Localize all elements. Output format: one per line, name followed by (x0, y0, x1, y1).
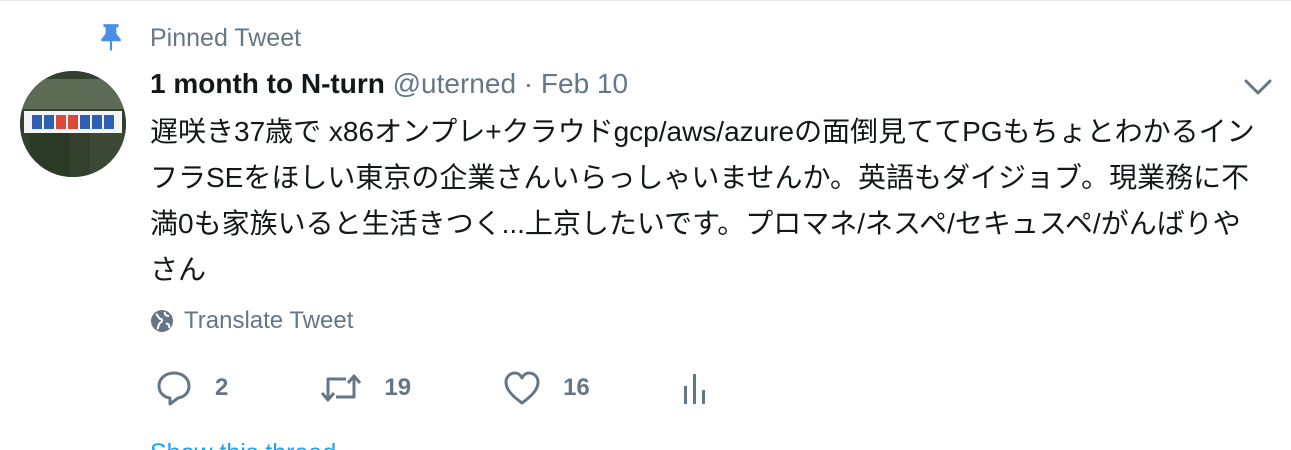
like-button[interactable]: 16 (503, 370, 590, 406)
tweet-card[interactable]: Pinned Tweet 1 month to N-turn @uterned … (0, 0, 1291, 450)
avatar[interactable] (20, 71, 126, 177)
tweet-timestamp[interactable]: Feb 10 (541, 68, 628, 99)
analytics-button[interactable] (682, 370, 730, 406)
globe-icon (151, 310, 173, 332)
tweet-text: 遅咲き37歳で x86オンプレ+クラウドgcp/aws/azureの面倒見ててP… (150, 116, 1255, 285)
pinned-label: Pinned Tweet (150, 24, 302, 52)
translate-label: Translate Tweet (184, 307, 354, 334)
author-fullname[interactable]: 1 month to N-turn (150, 68, 385, 99)
tweet-header: 1 month to N-turn @uterned · Feb 10 (150, 67, 628, 101)
tweet-actions: 2 19 16 (155, 369, 822, 407)
like-count: 16 (563, 374, 590, 401)
translate-tweet-link[interactable]: Translate Tweet (150, 307, 353, 335)
header-separator: · (523, 68, 534, 99)
retweet-button[interactable]: 19 (320, 369, 411, 407)
retweet-icon (321, 374, 362, 402)
reply-button[interactable]: 2 (155, 369, 228, 407)
reply-icon (157, 371, 191, 406)
analytics-icon (683, 374, 705, 404)
show-thread-link[interactable]: Show this thread (150, 439, 336, 450)
pin-icon (101, 24, 121, 51)
chevron-down-icon[interactable] (1243, 77, 1273, 97)
reply-count: 2 (215, 374, 229, 401)
pinned-indicator: Pinned Tweet (98, 23, 301, 52)
author-username[interactable]: @uterned (393, 68, 516, 99)
heart-icon (504, 371, 540, 405)
avatar-image (20, 71, 126, 177)
retweet-count: 19 (384, 374, 412, 401)
